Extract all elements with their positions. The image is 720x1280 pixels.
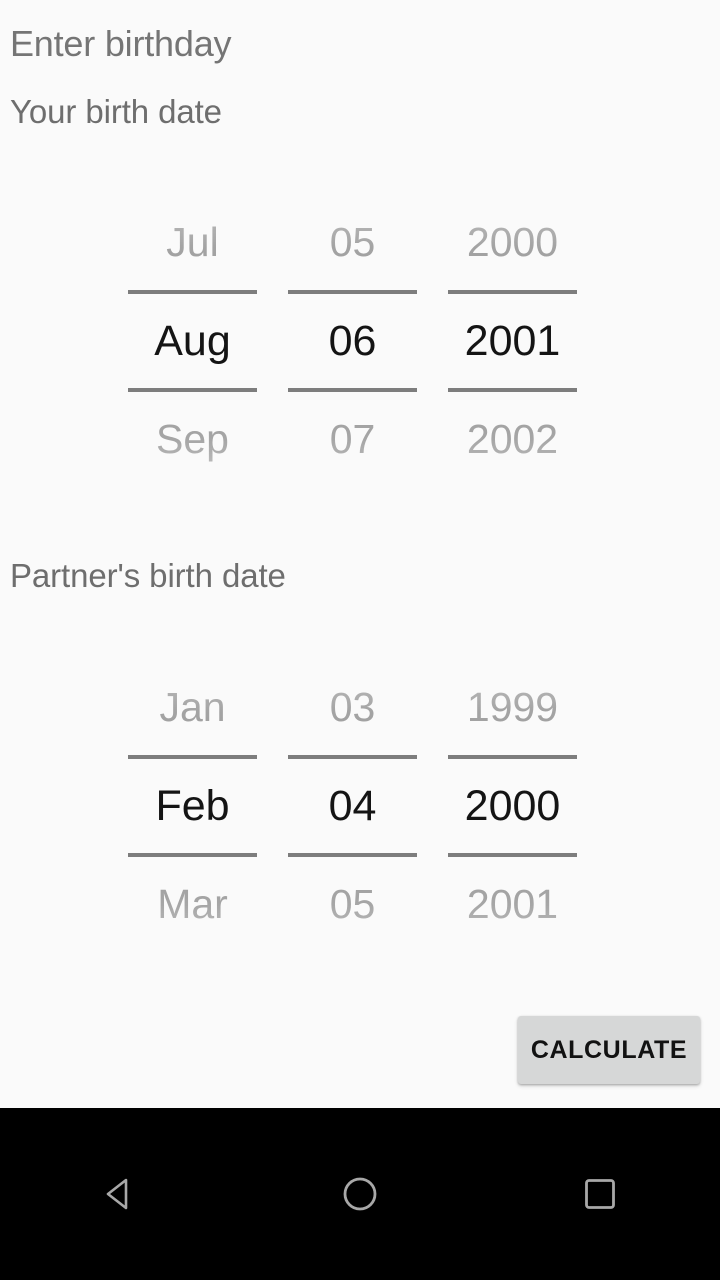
your-day-next[interactable]: 07 <box>288 392 417 487</box>
your-month-selected[interactable]: Aug <box>128 290 257 392</box>
calculate-button[interactable]: CALCULATE <box>518 1016 700 1084</box>
partner-month-selected[interactable]: Feb <box>128 755 257 857</box>
partner-month-previous[interactable]: Jan <box>128 660 257 755</box>
your-year-column[interactable]: 2000 2001 2002 <box>448 195 577 495</box>
partner-year-previous[interactable]: 1999 <box>448 660 577 755</box>
back-button[interactable] <box>60 1134 180 1254</box>
your-year-previous[interactable]: 2000 <box>448 195 577 290</box>
your-year-selected[interactable]: 2001 <box>448 290 577 392</box>
your-month-column[interactable]: Jul Aug Sep <box>128 195 257 495</box>
your-birth-date-label: Your birth date <box>10 93 222 130</box>
page-title: Enter birthday <box>10 23 232 64</box>
partner-day-previous[interactable]: 03 <box>288 660 417 755</box>
home-icon <box>343 1177 377 1211</box>
home-button[interactable] <box>300 1134 420 1254</box>
your-day-selected[interactable]: 06 <box>288 290 417 392</box>
your-day-column[interactable]: 05 06 07 <box>288 195 417 495</box>
your-day-previous[interactable]: 05 <box>288 195 417 290</box>
partner-month-column[interactable]: Jan Feb Mar <box>128 660 257 960</box>
partner-birth-date-label: Partner's birth date <box>10 557 286 594</box>
your-month-previous[interactable]: Jul <box>128 195 257 290</box>
partner-year-column[interactable]: 1999 2000 2001 <box>448 660 577 960</box>
android-navigation-bar <box>0 1108 720 1280</box>
your-birth-date-picker[interactable]: Jul Aug Sep 05 06 07 2000 2001 2002 <box>128 195 577 495</box>
partner-day-selected[interactable]: 04 <box>288 755 417 857</box>
partner-birth-date-picker[interactable]: Jan Feb Mar 03 04 05 1999 2000 2001 <box>128 660 577 960</box>
app-content: Enter birthday Your birth date Jul Aug S… <box>0 0 720 1108</box>
partner-day-column[interactable]: 03 04 05 <box>288 660 417 960</box>
recents-icon <box>585 1179 615 1209</box>
recents-button[interactable] <box>540 1134 660 1254</box>
your-month-next[interactable]: Sep <box>128 392 257 487</box>
back-icon <box>106 1178 128 1210</box>
partner-year-next[interactable]: 2001 <box>448 857 577 952</box>
partner-day-next[interactable]: 05 <box>288 857 417 952</box>
partner-year-selected[interactable]: 2000 <box>448 755 577 857</box>
partner-month-next[interactable]: Mar <box>128 857 257 952</box>
your-year-next[interactable]: 2002 <box>448 392 577 487</box>
